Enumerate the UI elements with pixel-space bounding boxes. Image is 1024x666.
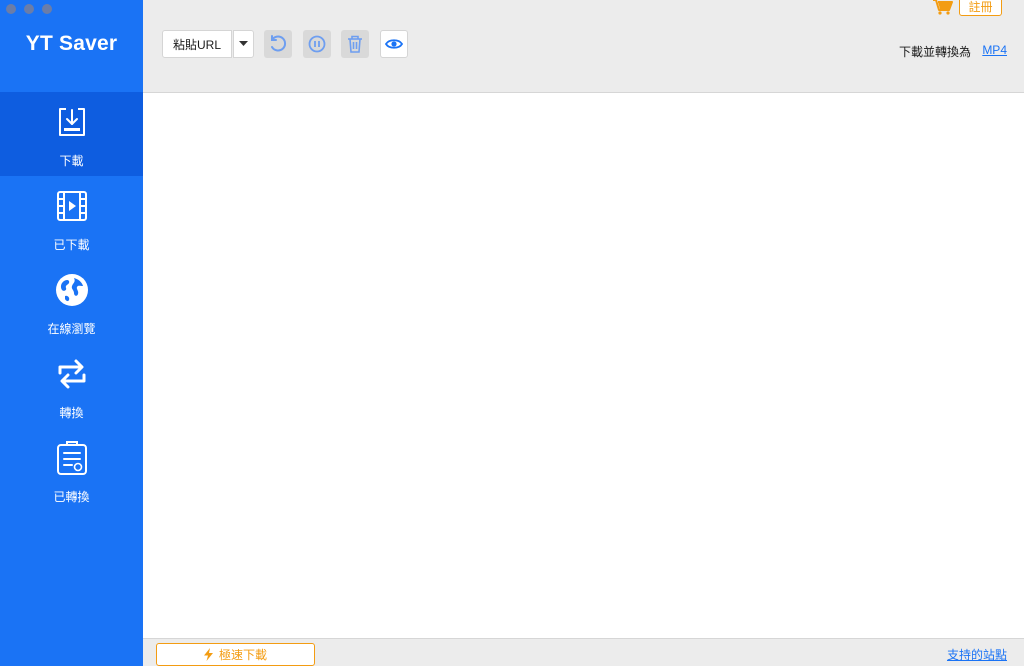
footer: 極速下載 支持的站點 bbox=[143, 638, 1024, 666]
download-list-area bbox=[143, 94, 1024, 638]
sidebar-nav: 下載 已下載 在線瀏覽 轉換 已轉換 bbox=[0, 92, 143, 512]
toolbar: 粘貼URL 註冊 下載並轉換為 MP4 bbox=[143, 0, 1024, 93]
download-icon bbox=[55, 104, 89, 140]
close-window-button[interactable] bbox=[6, 4, 16, 14]
app-title: YT Saver bbox=[25, 32, 118, 55]
convert-format-label: 下載並轉換為 bbox=[898, 45, 971, 59]
sidebar-item-label: 已下載 bbox=[53, 238, 90, 252]
globe-icon bbox=[55, 272, 89, 308]
sidebar-item-label: 已轉換 bbox=[53, 490, 90, 504]
supported-sites-link[interactable]: 支持的站點 bbox=[947, 646, 1007, 663]
trash-icon bbox=[348, 35, 362, 53]
film-icon bbox=[55, 188, 89, 224]
eye-icon bbox=[385, 39, 403, 49]
register-button[interactable]: 註冊 bbox=[959, 0, 1002, 16]
sidebar-item-label: 轉換 bbox=[59, 406, 84, 420]
turbo-download-button[interactable]: 極速下載 bbox=[156, 643, 315, 666]
window-controls bbox=[6, 4, 52, 14]
sidebar: YT Saver 下載 已下載 在線瀏覽 轉換 已轉換 bbox=[0, 0, 143, 666]
sidebar-item-download[interactable]: 下載 bbox=[0, 92, 143, 176]
minimize-window-button[interactable] bbox=[24, 4, 34, 14]
lightning-icon bbox=[203, 648, 213, 661]
sidebar-item-downloaded[interactable]: 已下載 bbox=[0, 176, 143, 260]
refresh-icon bbox=[271, 35, 286, 52]
sidebar-item-convert[interactable]: 轉換 bbox=[0, 344, 143, 428]
convert-format-link[interactable]: MP4 bbox=[982, 43, 1007, 57]
sidebar-item-browse[interactable]: 在線瀏覽 bbox=[0, 260, 143, 344]
cart-icon[interactable] bbox=[933, 0, 953, 20]
convert-icon bbox=[55, 356, 89, 392]
sidebar-item-converted[interactable]: 已轉換 bbox=[0, 428, 143, 512]
chevron-down-icon bbox=[239, 41, 248, 46]
delete-button[interactable] bbox=[341, 30, 369, 58]
paste-url-button[interactable]: 粘貼URL bbox=[162, 30, 232, 58]
zoom-window-button[interactable] bbox=[42, 4, 52, 14]
pause-icon bbox=[308, 35, 326, 53]
sidebar-item-label: 下載 bbox=[59, 154, 84, 168]
turbo-download-label: 極速下載 bbox=[218, 648, 267, 662]
preview-button[interactable] bbox=[380, 30, 408, 58]
resume-button[interactable] bbox=[264, 30, 292, 58]
paste-url-dropdown-button[interactable] bbox=[233, 30, 254, 58]
pause-button[interactable] bbox=[303, 30, 331, 58]
converted-list-icon bbox=[55, 440, 89, 476]
sidebar-item-label: 在線瀏覽 bbox=[47, 322, 96, 336]
